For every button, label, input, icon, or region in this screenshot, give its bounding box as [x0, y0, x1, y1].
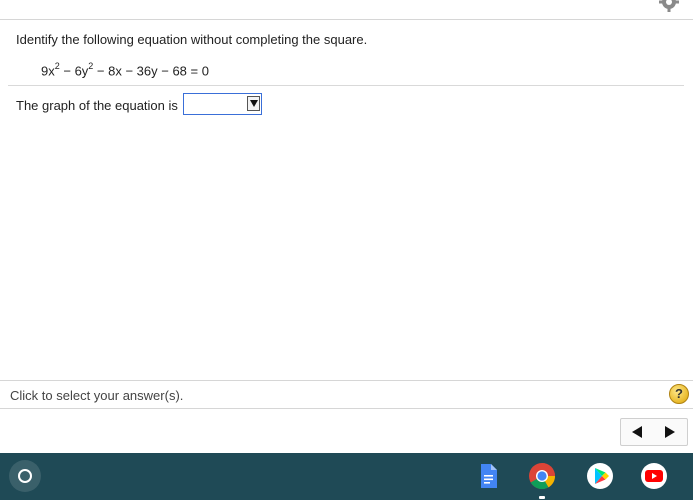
- triangle-down-icon: [250, 100, 258, 107]
- launcher-circle-icon: [18, 469, 32, 483]
- question-prompt: Identify the following equation without …: [16, 32, 368, 47]
- gear-icon[interactable]: [658, 0, 680, 13]
- dropdown-arrow-button[interactable]: [247, 96, 260, 111]
- active-app-indicator: [539, 496, 545, 499]
- answer-dropdown[interactable]: [183, 93, 262, 115]
- next-button[interactable]: [654, 419, 688, 445]
- equation-term-1: 9x: [41, 63, 55, 79]
- youtube-icon[interactable]: [640, 462, 668, 490]
- hint-text: Click to select your answer(s).: [10, 388, 184, 403]
- triangle-right-icon: [665, 426, 675, 438]
- question-icon: ?: [675, 386, 683, 401]
- hint-divider: [0, 380, 693, 381]
- help-button[interactable]: ?: [669, 384, 689, 404]
- play-store-icon[interactable]: [586, 462, 614, 490]
- equation-term-3: − 8x − 36y − 68 = 0: [93, 63, 209, 79]
- chrome-icon[interactable]: [528, 462, 556, 490]
- launcher-button[interactable]: [9, 460, 41, 492]
- google-docs-icon[interactable]: [474, 462, 502, 490]
- equation: 9x2 − 6y2 − 8x − 36y − 68 = 0: [41, 61, 209, 79]
- equation-term-2: − 6y: [59, 63, 89, 79]
- answer-label: The graph of the equation is: [16, 98, 178, 113]
- taskbar: [0, 453, 693, 500]
- equation-exponent-2: 2: [88, 61, 94, 71]
- equation-exponent-1: 2: [54, 61, 60, 71]
- footer-divider: [0, 408, 693, 409]
- triangle-left-icon: [632, 426, 642, 438]
- question-divider: [8, 85, 684, 86]
- question-navigation: [620, 418, 688, 446]
- previous-button[interactable]: [621, 419, 655, 445]
- top-divider: [0, 19, 693, 20]
